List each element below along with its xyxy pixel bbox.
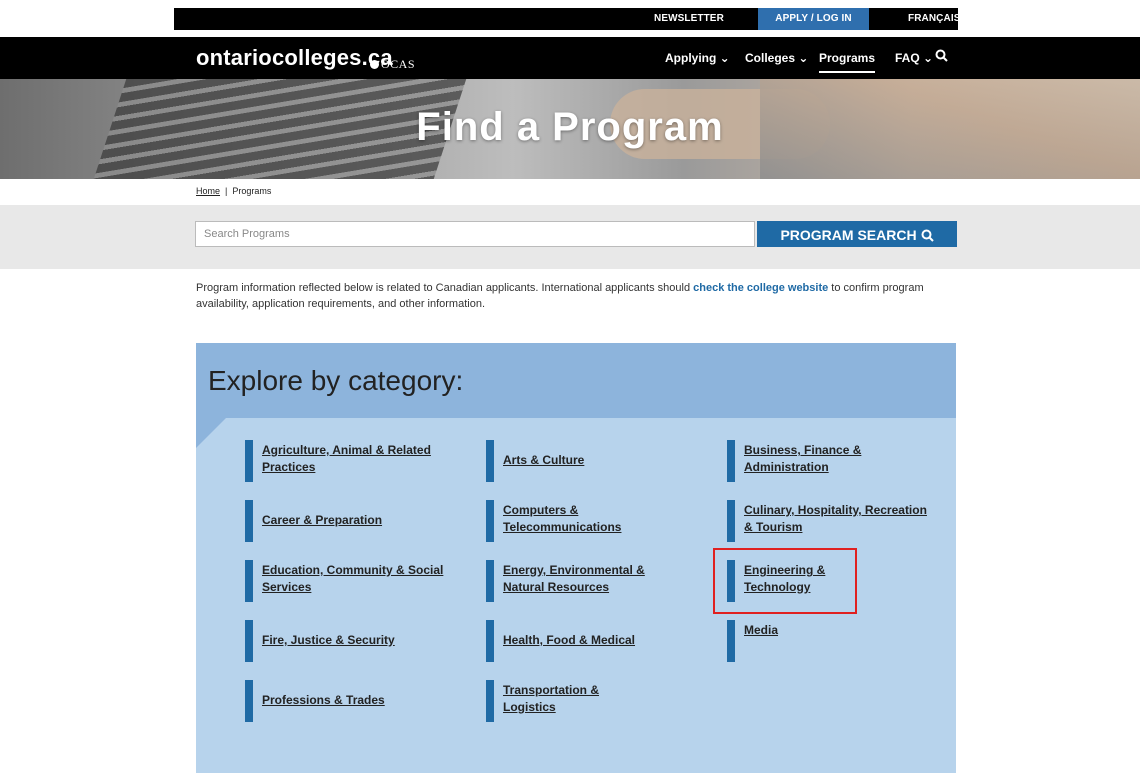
site-logo[interactable]: ontariocolleges.ca [196, 45, 393, 71]
category-link[interactable]: Business, Finance & Administration [744, 442, 929, 476]
category-link[interactable]: Culinary, Hospitality, Recreation & Tour… [744, 502, 929, 536]
category-link[interactable]: Health, Food & Medical [503, 632, 688, 649]
category-item[interactable]: Health, Food & Medical [486, 620, 686, 662]
category-marker [245, 620, 253, 662]
category-item[interactable]: Energy, Environmental & Natural Resource… [486, 560, 686, 602]
nav-applying-label: Applying [665, 51, 717, 65]
category-link[interactable]: Arts & Culture [503, 452, 688, 469]
category-marker [486, 440, 494, 482]
category-item-engineering[interactable]: Engineering & Technology [727, 560, 927, 602]
category-header-tab [196, 418, 226, 448]
category-item[interactable]: Professions & Trades [245, 680, 445, 722]
notice-text-before: Program information reflected below is r… [196, 282, 694, 294]
category-marker [727, 620, 735, 662]
ocas-logo[interactable]: OCAS [370, 57, 415, 72]
breadcrumb-current: Programs [232, 186, 272, 196]
category-marker [486, 560, 494, 602]
newsletter-link[interactable]: NEWSLETTER [654, 8, 724, 30]
breadcrumb-separator: | [225, 186, 228, 196]
program-search-button-label: PROGRAM SEARCH [780, 227, 917, 243]
international-notice: Program information reflected below is r… [196, 280, 956, 312]
program-search-input[interactable] [195, 221, 755, 247]
category-marker [245, 500, 253, 542]
category-marker [486, 620, 494, 662]
category-item[interactable]: Fire, Justice & Security [245, 620, 445, 662]
category-link[interactable]: Energy, Environmental & Natural Resource… [503, 562, 688, 596]
breadcrumb-home[interactable]: Home [196, 186, 220, 196]
category-link[interactable]: Fire, Justice & Security [262, 632, 447, 649]
category-marker [486, 680, 494, 722]
category-marker [727, 500, 735, 542]
category-header: Explore by category: [196, 343, 956, 418]
category-link[interactable]: Computers & Telecommunications [503, 502, 688, 536]
page-title: Find a Program [416, 105, 724, 149]
category-item[interactable]: Media [727, 620, 927, 662]
category-item[interactable]: Agriculture, Animal & Related Practices [245, 440, 445, 482]
category-marker [245, 560, 253, 602]
nav-applying[interactable]: Applying ⌄ [665, 51, 730, 65]
main-nav: ontariocolleges.ca OCAS Applying ⌄ Colle… [0, 37, 1140, 79]
category-item[interactable]: Education, Community & Social Services [245, 560, 445, 602]
chevron-down-icon: ⌄ [719, 51, 730, 65]
chevron-down-icon: ⌄ [798, 51, 809, 65]
category-title: Explore by category: [208, 365, 464, 396]
nav-programs[interactable]: Programs [819, 51, 876, 73]
chevron-down-icon: ⌄ [923, 51, 934, 65]
category-link[interactable]: Agriculture, Animal & Related Practices [262, 442, 447, 476]
category-link[interactable]: Transportation & Logistics [503, 682, 623, 716]
search-icon [921, 224, 934, 250]
nav-colleges[interactable]: Colleges ⌄ [745, 51, 808, 65]
college-website-link[interactable]: check the college website [693, 282, 828, 294]
breadcrumb: Home | Programs [196, 186, 271, 196]
category-marker [486, 500, 494, 542]
category-item[interactable]: Computers & Telecommunications [486, 500, 686, 542]
category-link[interactable]: Professions & Trades [262, 692, 447, 709]
ocas-label: OCAS [381, 57, 416, 71]
category-item[interactable]: Career & Preparation [245, 500, 445, 542]
nav-colleges-label: Colleges [745, 51, 796, 65]
category-marker [727, 560, 735, 602]
category-marker [727, 440, 735, 482]
category-link[interactable]: Engineering & Technology [744, 562, 834, 596]
hero-banner: Find a Program [0, 79, 1140, 179]
category-marker [245, 680, 253, 722]
category-link[interactable]: Media [744, 622, 929, 639]
category-item[interactable]: Transportation & Logistics [486, 680, 686, 722]
category-link[interactable]: Education, Community & Social Services [262, 562, 447, 596]
search-icon[interactable] [935, 49, 948, 67]
utility-bar-inner: NEWSLETTER APPLY / LOG IN FRANÇAIS [174, 8, 960, 30]
ocas-icon [370, 60, 379, 69]
nav-faq-label: FAQ [895, 51, 920, 65]
nav-faq[interactable]: FAQ ⌄ [895, 51, 933, 65]
category-marker [245, 440, 253, 482]
category-link[interactable]: Career & Preparation [262, 512, 447, 529]
utility-bar: NEWSLETTER APPLY / LOG IN FRANÇAIS [0, 0, 1140, 37]
program-search-button[interactable]: PROGRAM SEARCH [757, 221, 957, 247]
francais-link[interactable]: FRANÇAIS [908, 8, 960, 30]
category-panel: Explore by category: Agriculture, Animal… [196, 343, 956, 773]
category-item[interactable]: Arts & Culture [486, 440, 686, 482]
category-item[interactable]: Business, Finance & Administration [727, 440, 927, 482]
apply-login-button[interactable]: APPLY / LOG IN [758, 8, 869, 30]
search-band: PROGRAM SEARCH [0, 205, 1140, 269]
category-item[interactable]: Culinary, Hospitality, Recreation & Tour… [727, 500, 927, 542]
